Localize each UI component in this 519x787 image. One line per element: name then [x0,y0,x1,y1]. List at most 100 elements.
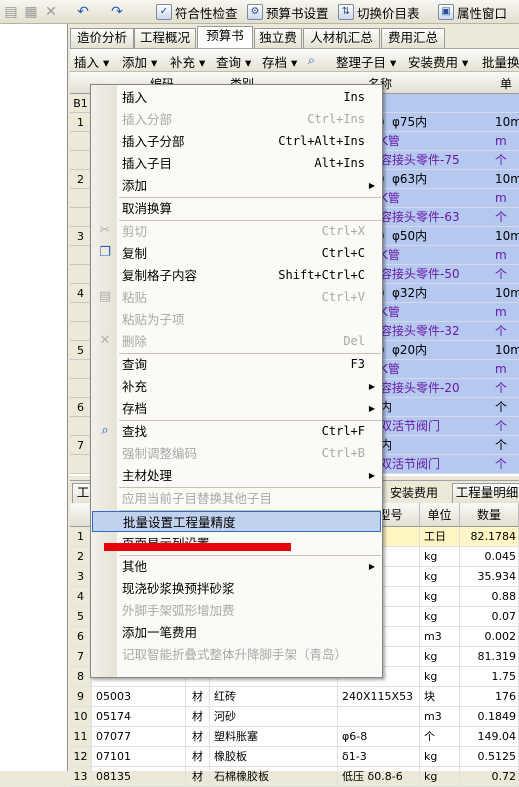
row-number[interactable] [70,360,92,379]
table-row[interactable]: 12 07101 材橡胶板 δ1-3 kg 0.5125 [70,747,519,767]
row-unit: 个 [495,400,508,414]
tab-fee-summary[interactable]: 费用汇总 [381,28,445,48]
menu-item-24[interactable]: 添加一笔费用 [92,622,381,643]
binoculars-icon[interactable]: ⌕ [308,52,315,68]
budget-settings-button[interactable]: ⚙ 预算书设置 [247,2,329,22]
menu-item-19[interactable]: 批量设置工程量精度 [92,511,381,532]
tab-cost-analysis[interactable]: 造价分析 [70,28,134,48]
row-number[interactable]: 5 [70,341,92,360]
cell-type: 材 [186,727,210,747]
menu-item-17[interactable]: 主材处理 ▶ [92,465,381,486]
delete-icon: ✕ [99,333,111,348]
row-number[interactable] [70,208,92,227]
cell-num: 6 [70,627,92,647]
row-number[interactable] [70,189,92,208]
menu-item-14[interactable]: 存档 ▶ [92,398,381,419]
paste-icon[interactable]: ▤ [2,3,20,21]
supplement-menu[interactable]: 补充 ▾ [170,52,205,71]
delete-icon[interactable]: ✕ [42,3,60,21]
install-fee-menu[interactable]: 安装费用 ▾ [408,52,468,71]
cell-code: 07101 [92,747,186,767]
compliance-check-button[interactable]: ✓ 符合性检查 [156,2,238,22]
row-unit: m [495,191,507,205]
row-name: ）φ75内 [380,115,428,129]
window-icon: ▣ [438,4,454,20]
cell-num: 3 [70,567,92,587]
table-row[interactable]: 13 08135 材石棉橡胶板 低压 δ0.8-6 kg 0.72 [70,767,519,787]
menu-item-label: 粘贴为子项 [122,312,185,327]
add-menu[interactable]: 添加 ▾ [122,52,157,71]
submenu-arrow-icon: ▶ [368,562,375,571]
submenu-arrow-icon: ▶ [368,382,375,391]
tab-independent-fee[interactable]: 独立费 [254,28,302,48]
insert-menu[interactable]: 插入 ▾ [74,52,109,71]
row-number[interactable] [70,303,92,322]
row-name: 容接头零件-20 [380,381,460,395]
menu-item-2[interactable]: 插入子分部 Ctrl+Alt+Ins [92,131,381,152]
cell-num: 9 [70,687,92,707]
row-number[interactable] [70,379,92,398]
menu-label: 补充 [170,55,196,70]
clipboard-icon[interactable]: ▦ [22,3,40,21]
table-row[interactable]: 10 05174 材河砂 m3 0.1849 [70,707,519,727]
row-number[interactable] [70,322,92,341]
row-number[interactable] [70,132,92,151]
tab-project-overview[interactable]: 工程概况 [134,28,196,48]
menu-item-shortcut: Ctrl+B [321,446,365,460]
row-number[interactable]: 7 [70,436,92,455]
table-row[interactable]: 11 07077 材塑料胀塞 φ6-8 个 149.04 [70,727,519,747]
property-window-button[interactable]: ▣ 属性窗口 [438,2,507,22]
row-number[interactable]: 3 [70,227,92,246]
menu-item-label: 剪切 [122,224,148,239]
menu-item-22[interactable]: 现浇砂浆换预拌砂浆 [92,578,381,599]
row-number[interactable] [70,265,92,284]
tab-budget[interactable]: 预算书 [197,26,253,49]
menu-item-15[interactable]: ⌕ 查找 Ctrl+F [92,421,381,442]
row-number[interactable]: 1 [70,113,92,132]
batch-replace-menu[interactable]: 批量换 [482,52,519,71]
row-number[interactable]: 4 [70,284,92,303]
binoculars-icon: ⌕ [101,423,109,438]
tab-resource-summary[interactable]: 人材机汇总 [303,28,380,48]
menu-item-7[interactable]: ❐ 复制 Ctrl+C [92,243,381,264]
menu-item-12[interactable]: 查询 F3 [92,354,381,375]
menu-item-shortcut: Ins [343,90,365,104]
menu-item-8[interactable]: 复制格子内容 Shift+Ctrl+C [92,265,381,286]
menu-item-label: 复制 [122,246,148,261]
menu-item-label: 记取智能折叠式整体升降脚手架（青岛） [122,647,348,662]
row-number[interactable]: B1 [70,94,92,113]
cell-unit: kg [420,747,460,767]
menu-item-shortcut: F3 [350,357,365,371]
row-number[interactable] [70,151,92,170]
row-number[interactable]: 6 [70,398,92,417]
menu-item-0[interactable]: 插入 Ins [92,87,381,108]
cell-unit: kg [420,647,460,667]
menu-item-4[interactable]: 添加 ▶ [92,175,381,196]
undo-icon[interactable]: ↶ [74,3,92,21]
query-menu[interactable]: 查询 ▾ [216,52,251,71]
table-row[interactable]: 9 05003 材红砖 240X115X53 块 176 [70,687,519,707]
row-number[interactable] [70,417,92,436]
menu-item-3[interactable]: 插入子目 Alt+Ins [92,153,381,174]
tab-quantity-detail[interactable]: 工程量明细 [452,483,519,503]
row-number[interactable] [70,455,92,474]
cell-code: 05003 [92,687,186,707]
redo-icon[interactable]: ↷ [108,3,126,21]
menu-item-13[interactable]: 补充 ▶ [92,376,381,397]
row-number[interactable] [70,246,92,265]
menu-item-label: 添加 [122,178,148,193]
switch-price-list-button[interactable]: ⇅ 切换价目表 [338,2,420,22]
row-number[interactable]: 2 [70,170,92,189]
button-label: 预算书设置 [266,5,329,21]
left-panel [0,24,68,771]
cell-name: 塑料胀塞 [210,727,338,747]
menu-item-5[interactable]: 取消换算 [92,198,381,219]
row-name: ）φ20内 [380,343,428,357]
tab-install-fee[interactable]: 安装费用 [390,484,438,501]
archive-menu[interactable]: 存档 ▾ [262,52,297,71]
organize-items-menu[interactable]: 整理子目 ▾ [336,52,396,71]
row-unit: 个 [495,153,508,167]
menu-label: 插入 [74,55,100,70]
row-unit: 10m [495,115,519,129]
menu-item-21[interactable]: 其他 ▶ [92,556,381,577]
